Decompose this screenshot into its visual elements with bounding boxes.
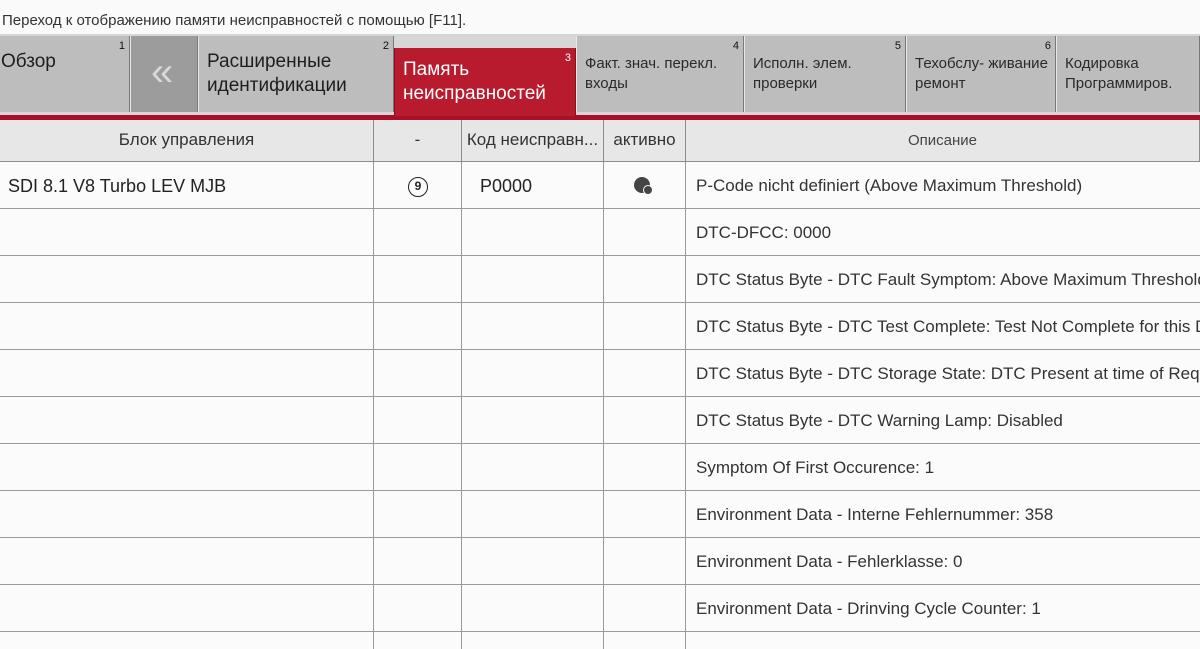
tab-number: 1 xyxy=(118,40,125,52)
tab-overview[interactable]: 1 Обзор xyxy=(0,36,130,112)
control-unit-cell: SDI 8.1 V8 Turbo LEV MJB xyxy=(0,162,374,208)
active-cell xyxy=(604,538,686,584)
active-cell xyxy=(604,444,686,490)
description-cell: DTC Status Byte - DTC Fault Symptom: Abo… xyxy=(696,270,1200,289)
tab-number: 4 xyxy=(732,40,739,52)
fault-code-cell xyxy=(462,303,604,349)
control-unit-cell xyxy=(0,491,374,537)
badge-cell xyxy=(374,350,462,396)
tab-fault-memory[interactable]: 3 Память неисправностей xyxy=(394,48,576,116)
description-cell: Environment Data - Maximum Value of Driv… xyxy=(686,632,1200,649)
occurrence-count-badge: 9 xyxy=(408,177,428,197)
control-unit-cell xyxy=(0,209,374,255)
tab-number: 6 xyxy=(1044,40,1051,52)
control-unit-cell xyxy=(0,350,374,396)
tab-label: Обзор xyxy=(1,51,56,72)
tab-actual-values[interactable]: 4 Факт. знач. перекл. входы xyxy=(576,36,744,112)
column-header-fault-code[interactable]: Код неисправн... xyxy=(462,120,604,162)
description-cell: P-Code nicht definiert (Above Maximum Th… xyxy=(696,176,1083,195)
fault-detail-row[interactable]: Environment Data - Fehlerklasse: 0 xyxy=(0,538,1200,585)
fault-code-cell xyxy=(462,585,604,631)
tab-number: 5 xyxy=(894,40,901,52)
control-unit-cell xyxy=(0,538,374,584)
active-cell xyxy=(604,632,686,649)
active-cell xyxy=(604,491,686,537)
chevron-left-icon: « xyxy=(151,50,174,94)
description-cell: DTC Status Byte - DTC Warning Lamp: Disa… xyxy=(696,411,1063,430)
badge-cell xyxy=(374,585,462,631)
fault-code-cell xyxy=(462,209,604,255)
active-cell xyxy=(604,350,686,396)
fault-row[interactable]: SDI 8.1 V8 Turbo LEV MJB 9 P0000 P-Code nic… xyxy=(0,162,1200,209)
badge-cell xyxy=(374,491,462,537)
tab-bar: 1 Обзор « 2 Расширенные идентификации 3 … xyxy=(0,34,1200,120)
tab-service-repair[interactable]: 6 Техобслу- живание ремонт xyxy=(906,36,1056,112)
control-unit-cell xyxy=(0,397,374,443)
badge-cell xyxy=(374,303,462,349)
tab-label: Исполн. элем. проверки xyxy=(753,55,852,92)
fault-code-cell xyxy=(462,632,604,649)
active-cell xyxy=(604,162,686,208)
fault-detail-row[interactable]: Environment Data - Interne Fehlernummer:… xyxy=(0,491,1200,538)
active-cell xyxy=(604,209,686,255)
fault-code-cell xyxy=(462,491,604,537)
badge-cell: 9 xyxy=(374,162,462,208)
badge-cell xyxy=(374,632,462,649)
fault-code-cell xyxy=(462,444,604,490)
fault-code-cell xyxy=(462,397,604,443)
fault-active-icon xyxy=(634,177,653,195)
tab-coding-programming[interactable]: Кодировка Программиров. xyxy=(1056,36,1200,112)
hint-text: Переход к отображению памяти неисправнос… xyxy=(0,0,1200,34)
control-unit-cell xyxy=(0,444,374,490)
badge-cell xyxy=(374,397,462,443)
description-cell: Environment Data - Drinving Cycle Counte… xyxy=(696,599,1041,618)
badge-cell xyxy=(374,209,462,255)
control-unit-cell xyxy=(0,256,374,302)
description-cell: DTC Status Byte - DTC Test Complete: Tes… xyxy=(696,317,1200,336)
description-cell: Environment Data - Interne Fehlernummer:… xyxy=(696,505,1054,524)
badge-cell xyxy=(374,256,462,302)
fault-detail-row[interactable]: DTC-DFCC: 0000 xyxy=(0,209,1200,256)
column-header-active[interactable]: активно xyxy=(604,120,686,162)
fault-code-cell xyxy=(462,538,604,584)
fault-detail-row[interactable]: DTC Status Byte - DTC Fault Symptom: Abo… xyxy=(0,256,1200,303)
fault-code-cell xyxy=(462,256,604,302)
tab-back-button[interactable]: « xyxy=(130,36,198,112)
description-cell: DTC Status Byte - DTC Storage State: DTC… xyxy=(696,364,1200,383)
fault-code-cell xyxy=(462,350,604,396)
fault-table: Блок управления - Код неисправн... актив… xyxy=(0,120,1200,649)
tab-actuator-tests[interactable]: 5 Исполн. элем. проверки xyxy=(744,36,906,112)
active-cell xyxy=(604,397,686,443)
column-header-dash[interactable]: - xyxy=(374,120,462,162)
fault-detail-row[interactable]: DTC Status Byte - DTC Test Complete: Tes… xyxy=(0,303,1200,350)
tab-label: Кодировка Программиров. xyxy=(1065,55,1173,92)
tab-extended-identification[interactable]: 2 Расширенные идентификации xyxy=(198,36,394,112)
control-unit-cell xyxy=(0,632,374,649)
tab-label: Расширенные идентификации xyxy=(207,51,347,96)
tab-number: 3 xyxy=(564,52,571,64)
active-cell xyxy=(604,303,686,349)
description-cell: DTC-DFCC: 0000 xyxy=(696,223,832,242)
active-cell xyxy=(604,585,686,631)
control-unit-cell xyxy=(0,303,374,349)
column-header-control-unit[interactable]: Блок управления xyxy=(0,120,374,162)
tab-label: Память неисправностей xyxy=(403,59,546,104)
tab-number: 2 xyxy=(382,40,389,52)
active-cell xyxy=(604,256,686,302)
fault-detail-row[interactable]: Symptom Of First Occurence: 1 xyxy=(0,444,1200,491)
fault-detail-row[interactable]: Environment Data - Drinving Cycle Counte… xyxy=(0,585,1200,632)
fault-detail-row[interactable]: DTC Status Byte - DTC Storage State: DTC… xyxy=(0,350,1200,397)
description-cell: Environment Data - Fehlerklasse: 0 xyxy=(696,552,963,571)
column-header-description[interactable]: Описание xyxy=(686,120,1200,162)
fault-code-cell: P0000 xyxy=(462,162,604,208)
control-unit-cell xyxy=(0,585,374,631)
badge-cell xyxy=(374,444,462,490)
badge-cell xyxy=(374,538,462,584)
description-cell: Symptom Of First Occurence: 1 xyxy=(696,458,935,477)
tab-label: Факт. знач. перекл. входы xyxy=(585,55,718,92)
tab-label: Техобслу- живание ремонт xyxy=(915,55,1048,92)
fault-detail-row[interactable]: DTC Status Byte - DTC Warning Lamp: Disa… xyxy=(0,397,1200,444)
fault-detail-row[interactable]: Environment Data - Maximum Value of Driv… xyxy=(0,632,1200,649)
